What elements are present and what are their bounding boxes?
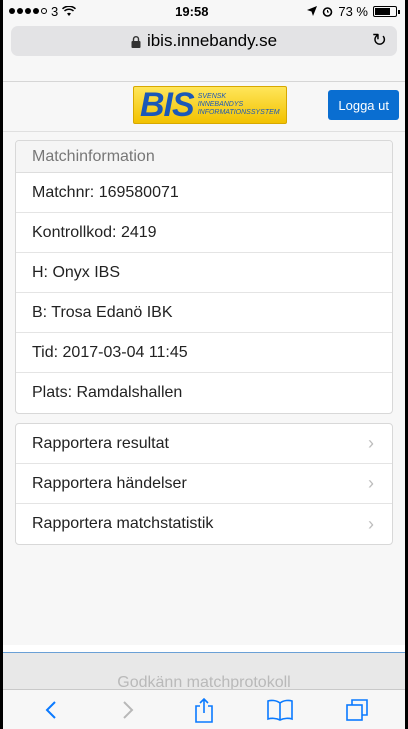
forward-icon[interactable] bbox=[110, 695, 146, 725]
match-number: Matchnr: 169580071 bbox=[16, 173, 392, 213]
battery-percent: 73 % bbox=[338, 3, 368, 19]
chevron-right-icon: › bbox=[368, 433, 374, 453]
chevron-right-icon: › bbox=[368, 473, 374, 493]
alarm-icon bbox=[323, 6, 333, 17]
report-result-item[interactable]: Rapportera resultat › bbox=[16, 424, 392, 464]
logo-bis-text: BIS bbox=[140, 86, 195, 124]
carrier-signal: 3 bbox=[9, 3, 77, 19]
status-time: 19:58 bbox=[175, 3, 209, 19]
share-icon[interactable] bbox=[186, 695, 222, 725]
tabs-icon[interactable] bbox=[339, 695, 375, 725]
home-team: H: Onyx IBS bbox=[16, 253, 392, 293]
away-team: B: Trosa Edanö IBK bbox=[16, 293, 392, 333]
signal-strength-icon bbox=[9, 8, 47, 14]
match-info-heading: Matchinformation bbox=[16, 141, 392, 173]
report-result-label: Rapportera resultat bbox=[32, 434, 169, 452]
browser-toolbar bbox=[3, 689, 405, 729]
control-code: Kontrollkod: 2419 bbox=[16, 213, 392, 253]
match-info-panel: Matchinformation Matchnr: 169580071 Kont… bbox=[15, 140, 393, 414]
ibis-logo: BIS SVENSK INNEBANDYS INFORMATIONSSYSTEM bbox=[133, 86, 287, 124]
report-statistics-item[interactable]: Rapportera matchstatistik › bbox=[16, 504, 392, 544]
reload-icon[interactable]: ↻ bbox=[372, 30, 387, 51]
wifi-icon bbox=[62, 5, 77, 16]
status-bar: 3 19:58 73 % bbox=[3, 0, 405, 22]
chevron-right-icon: › bbox=[368, 513, 374, 534]
lock-icon bbox=[131, 36, 141, 48]
logout-button[interactable]: Logga ut bbox=[328, 90, 399, 120]
bookmarks-icon[interactable] bbox=[262, 695, 298, 725]
report-actions-panel: Rapportera resultat › Rapportera händels… bbox=[15, 423, 393, 545]
browser-address-area: ibis.innebandy.se ↻ bbox=[3, 22, 405, 82]
location-arrow-icon bbox=[307, 6, 318, 16]
back-icon[interactable] bbox=[33, 695, 69, 725]
logo-subtitle: SVENSK INNEBANDYS INFORMATIONSSYSTEM bbox=[197, 93, 280, 116]
report-events-label: Rapportera händelser bbox=[32, 474, 187, 492]
report-events-item[interactable]: Rapportera händelser › bbox=[16, 464, 392, 504]
report-statistics-label: Rapportera matchstatistik bbox=[32, 515, 214, 532]
address-bar[interactable]: ibis.innebandy.se ↻ bbox=[11, 26, 397, 56]
site-header: BIS SVENSK INNEBANDYS INFORMATIONSSYSTEM… bbox=[3, 82, 405, 132]
main-content: Matchinformation Matchnr: 169580071 Kont… bbox=[3, 132, 405, 712]
carrier-label: 3 bbox=[51, 3, 59, 19]
match-time: Tid: 2017-03-04 11:45 bbox=[16, 333, 392, 373]
battery-icon bbox=[373, 5, 400, 17]
phone-screen: 3 19:58 73 % ibis.innebandy.se ↻ BIS SVE… bbox=[0, 0, 408, 729]
match-venue: Plats: Ramdalshallen bbox=[32, 384, 183, 401]
url-text: ibis.innebandy.se bbox=[146, 31, 278, 50]
status-right: 73 % bbox=[307, 3, 400, 19]
